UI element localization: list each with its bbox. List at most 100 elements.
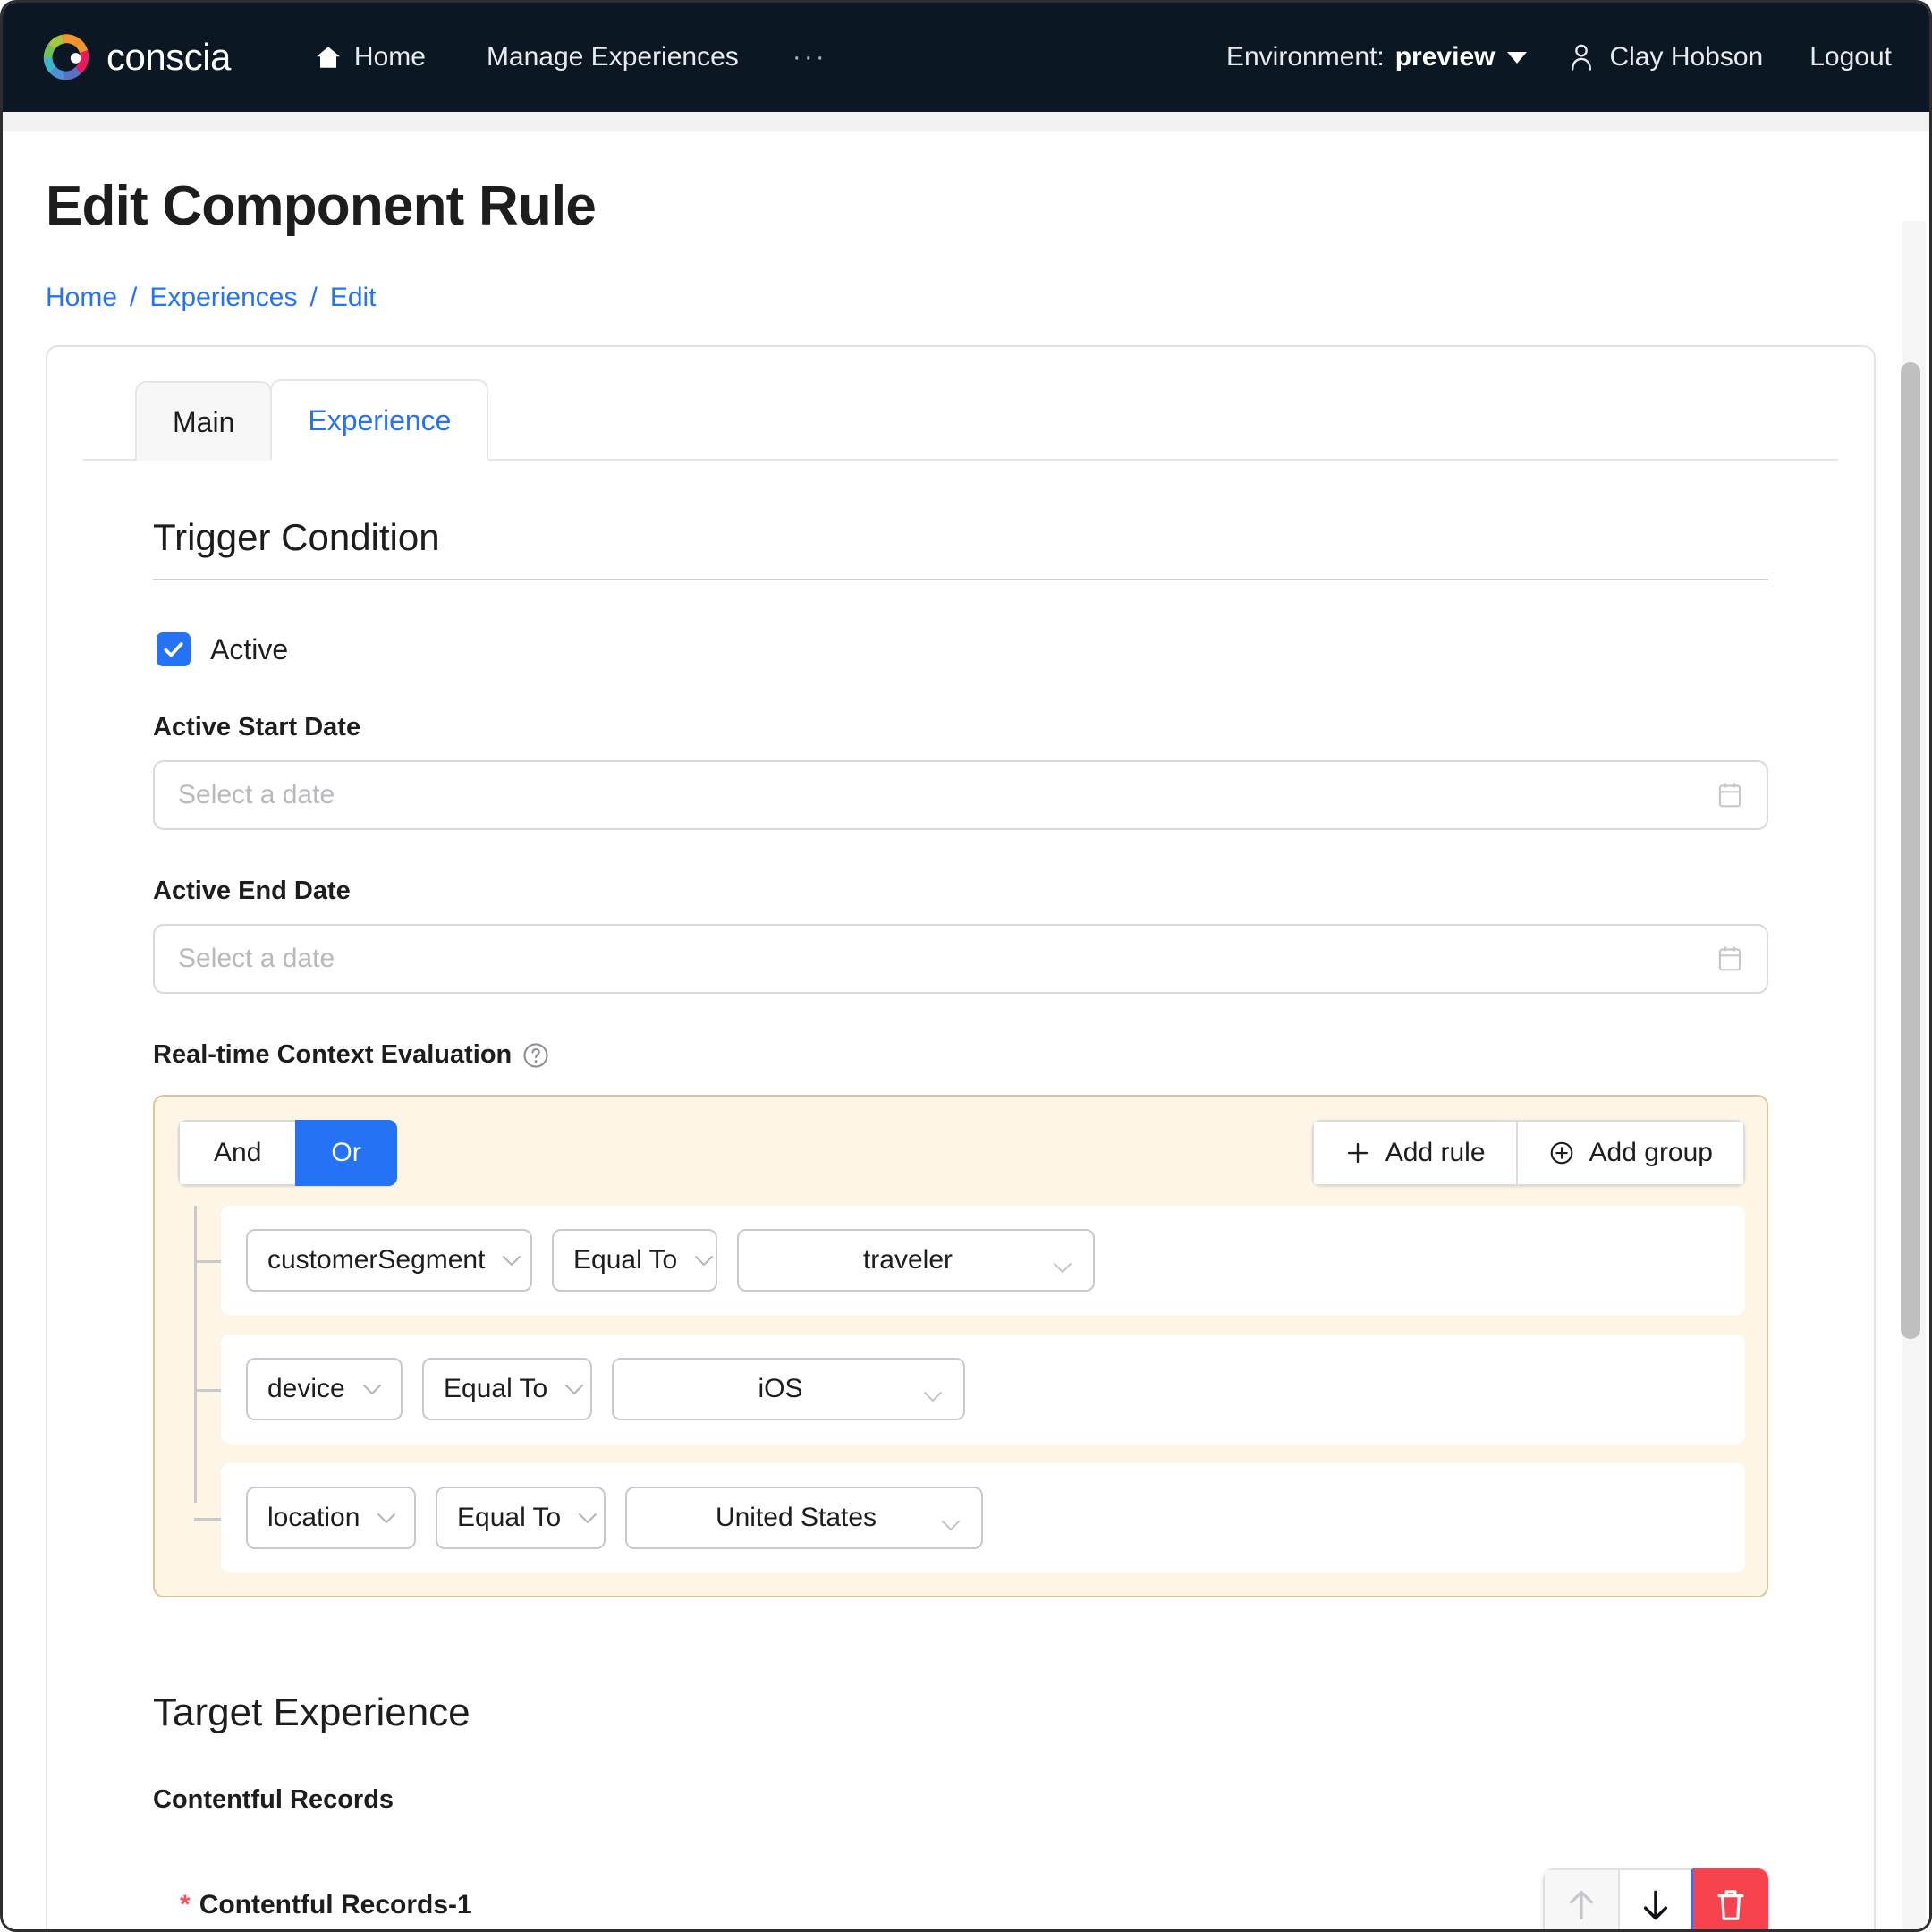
arrow-up-icon: [1563, 1886, 1599, 1924]
active-end-date-input[interactable]: Select a date: [153, 924, 1768, 994]
combinator-toggle[interactable]: And Or: [178, 1120, 397, 1186]
combinator-option-and-label: And: [214, 1138, 262, 1167]
active-start-date-label: Active Start Date: [153, 713, 1768, 742]
check-icon: [164, 642, 183, 657]
trigger-condition-heading: Trigger Condition: [153, 461, 1768, 580]
rule-operator-select[interactable]: Equal To: [436, 1487, 606, 1549]
tab-experience[interactable]: Experience: [270, 379, 489, 461]
rule-row: location Equal To United States: [194, 1463, 1745, 1572]
environment-value: preview: [1394, 42, 1496, 72]
user-name: Clay Hobson: [1609, 42, 1764, 72]
rule-value-value: traveler: [862, 1245, 953, 1275]
rule-operator-value: Equal To: [444, 1374, 548, 1403]
chevron-down-icon: [564, 1382, 585, 1396]
rule-value-select[interactable]: traveler: [737, 1229, 1095, 1292]
chevron-down-icon: [501, 1253, 522, 1267]
rule-field-value: customerSegment: [267, 1245, 486, 1275]
query-builder-group: And Or Add rule Add group customerSegmen…: [153, 1095, 1768, 1597]
nav-item-home[interactable]: Home: [284, 42, 456, 72]
combinator-option-or-label: Or: [331, 1138, 361, 1167]
combinator-option-and[interactable]: And: [178, 1120, 296, 1186]
nav-item-manage-experiences[interactable]: Manage Experiences: [456, 42, 769, 72]
rule-field-select[interactable]: location: [246, 1487, 416, 1549]
breadcrumb: Home / Experiences / Edit: [46, 283, 1876, 313]
page-top-strip: [3, 112, 1929, 131]
nav-overflow-menu-icon[interactable]: ···: [769, 42, 851, 72]
rule-field-select[interactable]: device: [246, 1358, 402, 1420]
user-menu[interactable]: Clay Hobson: [1568, 42, 1809, 72]
rule-operator-select[interactable]: Equal To: [422, 1358, 592, 1420]
rule-operator-select[interactable]: Equal To: [552, 1229, 717, 1292]
page-inner: Edit Component Rule Home / Experiences /…: [3, 174, 1929, 1929]
page-title: Edit Component Rule: [46, 175, 597, 237]
vertical-scrollbar-thumb[interactable]: [1901, 362, 1920, 1339]
brand-logo[interactable]: conscia: [38, 30, 231, 85]
breadcrumb-separator: /: [309, 283, 318, 312]
record-entry-header: * Contentful Records-1: [153, 1868, 1768, 1929]
active-start-date-label-text: Active Start Date: [153, 713, 361, 741]
rule-tree-connector: [194, 1260, 221, 1263]
add-group-label: Add group: [1589, 1138, 1713, 1167]
breadcrumb-item-experiences[interactable]: Experiences: [149, 283, 297, 313]
nav-item-manage-experiences-label: Manage Experiences: [486, 42, 739, 72]
query-builder-header: And Or Add rule Add group: [178, 1120, 1745, 1186]
rule-tree-spine: [194, 1206, 197, 1503]
chevron-down-icon: [577, 1511, 598, 1525]
logout-button[interactable]: Logout: [1809, 42, 1892, 72]
breadcrumb-item-edit[interactable]: Edit: [330, 283, 377, 313]
calendar-icon[interactable]: [1716, 945, 1743, 973]
top-bar-right-cluster: Environment: preview Clay Hobson Logout: [1226, 42, 1892, 72]
trash-icon: [1713, 1886, 1749, 1924]
move-down-button[interactable]: [1618, 1868, 1693, 1929]
rule-tree-connector: [194, 1389, 221, 1392]
active-start-date-placeholder: Select a date: [178, 780, 335, 809]
rule-value-select[interactable]: United States: [625, 1487, 983, 1549]
page-content: Edit Component Rule Home / Experiences /…: [3, 112, 1929, 1929]
record-action-buttons: [1543, 1868, 1768, 1929]
delete-button[interactable]: [1693, 1868, 1768, 1929]
rule-row: device Equal To iOS: [194, 1335, 1745, 1444]
target-experience-heading: Target Experience: [153, 1690, 470, 1734]
add-group-button[interactable]: Add group: [1515, 1120, 1745, 1186]
active-start-date-input[interactable]: Select a date: [153, 760, 1768, 830]
contentful-records-label: Contentful Records: [153, 1785, 394, 1814]
environment-selector[interactable]: Environment: preview: [1226, 42, 1568, 72]
chevron-down-icon: [376, 1511, 397, 1525]
breadcrumb-item-home[interactable]: Home: [46, 283, 117, 313]
nav-item-home-label: Home: [353, 42, 426, 72]
move-up-button[interactable]: [1543, 1868, 1618, 1929]
record-entry-title-text: Contentful Records-1: [199, 1890, 472, 1919]
active-end-date-placeholder: Select a date: [178, 944, 335, 973]
experience-form: Trigger Condition Active Active Start Da…: [83, 461, 1838, 1929]
record-entry-title: * Contentful Records-1: [180, 1890, 472, 1920]
top-navigation-bar: conscia Home Manage Experiences ··· Envi…: [3, 3, 1929, 112]
chevron-down-icon: [1507, 51, 1528, 64]
arrow-down-icon: [1638, 1886, 1674, 1924]
plus-circle-icon: [1548, 1140, 1575, 1166]
query-builder-actions: Add rule Add group: [1311, 1120, 1745, 1186]
tab-experience-label: Experience: [308, 404, 452, 436]
add-rule-button[interactable]: Add rule: [1311, 1120, 1516, 1186]
active-checkbox[interactable]: [157, 632, 191, 666]
app-window: conscia Home Manage Experiences ··· Envi…: [0, 0, 1932, 1932]
breadcrumb-separator: /: [130, 283, 138, 312]
rule-field-value: location: [267, 1503, 360, 1532]
chevron-down-icon: [361, 1382, 383, 1396]
combinator-option-or[interactable]: Or: [295, 1120, 397, 1186]
vertical-scrollbar-track[interactable]: [1901, 221, 1926, 1929]
plus-icon: [1344, 1140, 1371, 1166]
calendar-icon[interactable]: [1716, 781, 1743, 809]
rule-field-select[interactable]: customerSegment: [246, 1229, 532, 1292]
active-checkbox-label: Active: [210, 632, 289, 665]
help-icon[interactable]: [522, 1042, 549, 1069]
primary-nav: Home Manage Experiences ···: [284, 42, 851, 72]
rule-value-value: iOS: [758, 1374, 803, 1403]
tab-bar: Main Experience: [83, 377, 1838, 461]
real-time-context-evaluation-label-text: Real-time Context Evaluation: [153, 1040, 513, 1069]
rule-operator-value: Equal To: [457, 1503, 562, 1532]
rule-value-select[interactable]: iOS: [612, 1358, 965, 1420]
tab-main[interactable]: Main: [135, 381, 273, 461]
editor-card: Main Experience Trigger Condition Active…: [46, 345, 1876, 1929]
active-end-date-label-text: Active End Date: [153, 877, 351, 905]
active-checkbox-row[interactable]: Active: [153, 632, 1768, 666]
